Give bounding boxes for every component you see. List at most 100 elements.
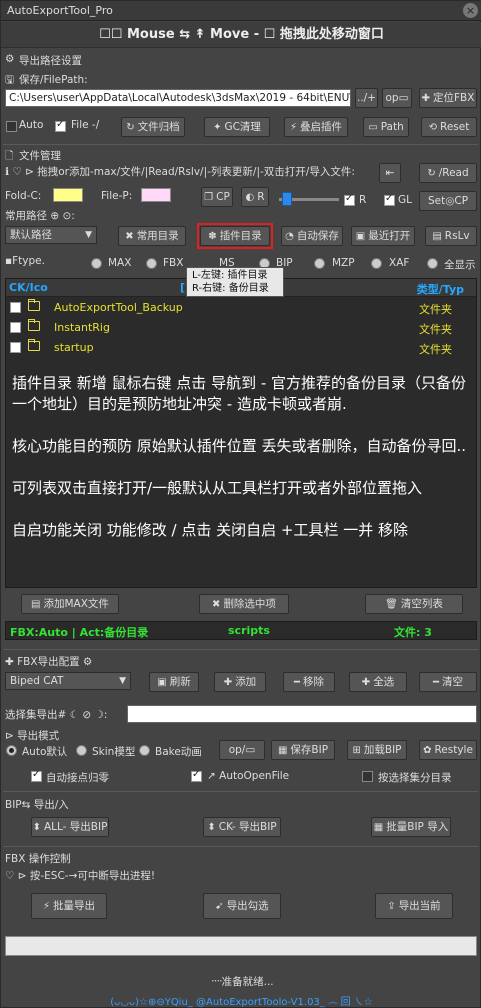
col-name[interactable]: [ (180, 281, 185, 294)
cp-button[interactable]: ❐ CP (201, 187, 233, 207)
locate-fbx-button[interactable]: ✚ 定位FBX (419, 88, 477, 108)
folder-icon: ▭ (398, 92, 409, 104)
remove-button[interactable]: ━ 移除 (283, 672, 335, 692)
restyle-button[interactable]: ✿ Restyle (419, 740, 477, 760)
mode-label-skin: Skin模型 (92, 746, 136, 758)
slider-knob[interactable] (282, 192, 292, 206)
back-button[interactable]: ⇤ (379, 163, 401, 183)
recent-button[interactable]: ▣ 最近打开 (351, 226, 415, 246)
col-ck-ico[interactable]: CK/Ico (9, 281, 48, 294)
file-archive-button[interactable]: ↻ 文件归档 (121, 117, 185, 137)
selset-input[interactable] (127, 705, 477, 723)
row-checkbox[interactable] (10, 342, 21, 353)
close-icon[interactable]: × (463, 3, 478, 18)
save-bip-button[interactable]: ▦ 保存BIP (271, 740, 335, 760)
r-checkbox[interactable] (344, 193, 355, 206)
drag-handle[interactable]: ☐☐ Mouse ⇆ ↟ Move - ☐ 拖拽此处移动窗口 (1, 22, 481, 48)
folder-icon: ▭ (368, 122, 378, 133)
export-current-button[interactable]: ⇪ 导出当前 (375, 893, 453, 919)
file-list[interactable]: CK/Ico [ 类型/Typ AutoExportTool_Backup 文件… (5, 278, 477, 588)
delete-selected-button[interactable]: ✖ 删除选中项 (199, 594, 289, 614)
selset-dir-checkbox[interactable] (362, 771, 373, 782)
row-checkbox[interactable] (10, 302, 21, 313)
size-slider[interactable] (279, 192, 339, 206)
bip-open-button[interactable]: op/▭ (219, 740, 265, 760)
add-max-button[interactable]: ▤ 添加MAX文件 (21, 594, 119, 614)
bolt-icon: ⚡ (42, 901, 51, 912)
refresh-label: 刷新 (169, 676, 191, 688)
mode-radio-bake[interactable] (139, 745, 150, 756)
clear-button[interactable]: ━ 清空 (419, 672, 477, 692)
load-bip-button[interactable]: ⊞ 加载BIP (347, 740, 407, 760)
common-path-dropdown[interactable]: 默认路径 ▼ (5, 226, 97, 244)
browse-button[interactable]: ../+ (355, 88, 378, 108)
plugin-sync-button[interactable]: ⚡ 叠启插件 (284, 117, 348, 137)
gc-clean-button[interactable]: ✦ GC清理 (204, 117, 270, 137)
load-bip-label: 加载BIP (363, 744, 402, 756)
export-checked-button[interactable]: ➹ 导出勾选 (203, 893, 281, 919)
refresh-icon: ↻ (126, 122, 135, 133)
auto-open-checkbox[interactable] (191, 769, 202, 782)
file-checkbox[interactable] (55, 119, 66, 132)
gl-checkbox[interactable] (384, 193, 395, 206)
set-cp-button[interactable]: Set◎CP (419, 191, 477, 211)
divider (3, 144, 478, 145)
auto-zero-checkbox[interactable] (31, 769, 42, 782)
batch-import-bip-button[interactable]: ▦ 批量BIP 导入 (371, 817, 451, 837)
list-item[interactable]: AutoExportTool_Backup 文件夹 (6, 299, 476, 317)
file-archive-label: 文件归档 (137, 121, 180, 133)
save-bip-label: 保存BIP (290, 744, 329, 756)
type-radio-mzp[interactable] (314, 258, 325, 269)
window-title: AutoExportTool_Pro (7, 4, 113, 17)
all-export-bip-button[interactable]: ⬍ ALL- 导出BIP (31, 817, 109, 837)
ck-export-bip-button[interactable]: ⬍ CK- 导出BIP (203, 817, 281, 837)
common-dir-button[interactable]: ✖ 常用目录 (118, 226, 186, 246)
type-label-all: 全显示 (444, 259, 476, 271)
add-max-label: 添加MAX文件 (43, 598, 109, 610)
autosave-button[interactable]: ◔ 自动保存 (281, 226, 343, 246)
bip-open-label: op/ (228, 744, 246, 756)
open-button[interactable]: op▭ (382, 88, 412, 108)
ops-section-title: FBX 操作控制 (5, 853, 71, 865)
fold-color-swatch[interactable] (53, 188, 83, 202)
type-radio-max[interactable] (91, 258, 102, 269)
common-path-value: 默认路径 (10, 229, 52, 241)
restyle-label: Restyle (434, 744, 473, 756)
title-bar[interactable]: AutoExportTool_Pro × (1, 1, 481, 21)
select-all-button[interactable]: ✚ 全选 (349, 672, 407, 692)
refresh-button[interactable]: ▣ 刷新 (149, 672, 199, 692)
ftype-text: Ftype. (12, 255, 45, 267)
clear-list-button[interactable]: 🗑 清空列表 (365, 594, 463, 614)
rslv-button[interactable]: ▤ RsLv (425, 226, 477, 246)
mode-radio-auto[interactable] (6, 745, 17, 756)
add-button[interactable]: ✚ 添加 (214, 672, 266, 692)
rocket-icon: ➹ (215, 901, 224, 912)
delete-selected-label: 删除选中项 (223, 598, 276, 610)
read-button[interactable]: ↻/Read (419, 163, 477, 183)
type-radio-fbx[interactable] (146, 258, 157, 269)
common-dir-label: 常用目录 (136, 230, 179, 242)
batch-export-button[interactable]: ⚡ 批量导出 (31, 893, 107, 919)
reset-button[interactable]: ⟲ Reset (421, 117, 477, 137)
select-all-label: 全选 (373, 676, 395, 688)
broom-icon: ✦ (213, 122, 222, 133)
type-radio-all[interactable] (427, 258, 438, 269)
type-radio-xaf[interactable] (371, 258, 382, 269)
auto-checkbox[interactable] (6, 121, 17, 132)
file-path-input[interactable]: C:\Users\user\AppData\Local\Autodesk\3ds… (5, 89, 351, 107)
row-checkbox[interactable] (10, 322, 21, 333)
list-item[interactable]: InstantRig 文件夹 (6, 319, 476, 337)
save-path-label: 保存/FilePath: (19, 74, 88, 86)
fbx-section-title: ✚ FBX导出配置 ⚙ (5, 656, 93, 668)
chevron-down-icon: ▼ (85, 230, 92, 240)
file-color-swatch[interactable] (141, 188, 171, 202)
fbx-preset-dropdown[interactable]: Biped CAT ▼ (5, 672, 131, 690)
r-button[interactable]: ◐ R (241, 187, 269, 207)
gc-clean-label: GC清理 (224, 121, 261, 133)
ck-export-bip-label: CK- 导出BIP (218, 821, 277, 833)
path-button[interactable]: ▭ Path (363, 117, 409, 137)
mode-radio-skin[interactable] (76, 745, 87, 756)
col-type[interactable]: 类型/Typ (417, 281, 464, 297)
list-item[interactable]: startup 文件夹 (6, 339, 476, 357)
autosave-label: 自动保存 (296, 230, 339, 242)
